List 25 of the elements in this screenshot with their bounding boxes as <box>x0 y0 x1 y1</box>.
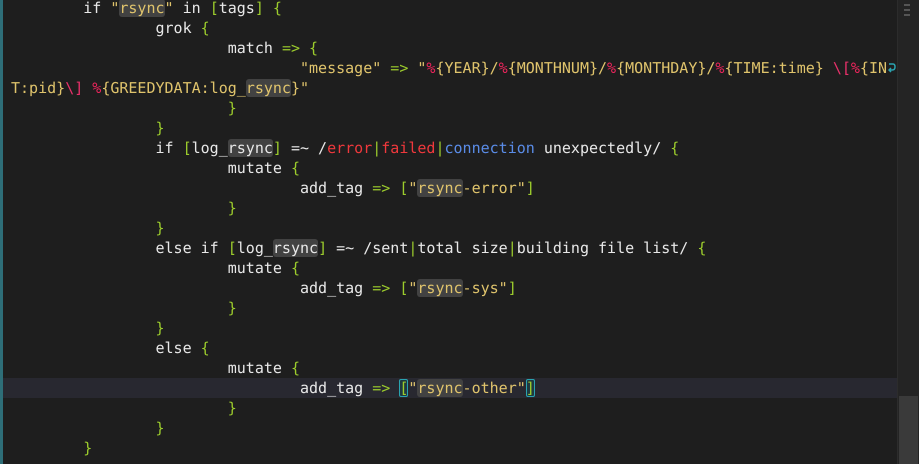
code-line: } <box>226 98 237 118</box>
code-line: "message" => "%{YEAR}/%{MONTHNUM}/%{MONTHDAY}/%{TIME:time} \[%{IN <box>298 58 888 78</box>
code-line: } <box>154 118 165 138</box>
code-line: } <box>154 218 165 238</box>
code-line: } <box>154 318 165 338</box>
code-line: add_tag => ["rsync-sys"] <box>298 278 517 298</box>
overview-marks <box>904 4 910 16</box>
code-line: } <box>154 418 165 438</box>
code-line: grok { <box>154 18 210 38</box>
code-line: } <box>226 298 237 318</box>
code-line: if [log_rsync] =~ /error|failed|connection unexpectedly/ { <box>154 138 680 158</box>
code-line: add_tag => ["rsync-error"] <box>298 178 535 198</box>
code-line: T:pid}\] %{GREEDYDATA:log_rsync}" <box>10 78 310 98</box>
code-line: } <box>82 438 92 458</box>
code-line: else if [log_rsync] =~ /sent|total size|building file list/ { <box>154 238 706 258</box>
code-line: } <box>226 198 237 218</box>
code-line: match => { <box>226 38 318 58</box>
code-line: else { <box>154 338 210 358</box>
code-line: mutate { <box>226 358 300 378</box>
code-line: } <box>226 398 237 418</box>
scrollbar[interactable] <box>897 0 919 464</box>
code-line: mutate { <box>226 158 300 178</box>
code-line: mutate { <box>226 258 300 278</box>
code-line: add_tag => ["rsync-other"] <box>298 378 535 398</box>
code-line: if "rsync" in [tags] { <box>82 0 282 18</box>
